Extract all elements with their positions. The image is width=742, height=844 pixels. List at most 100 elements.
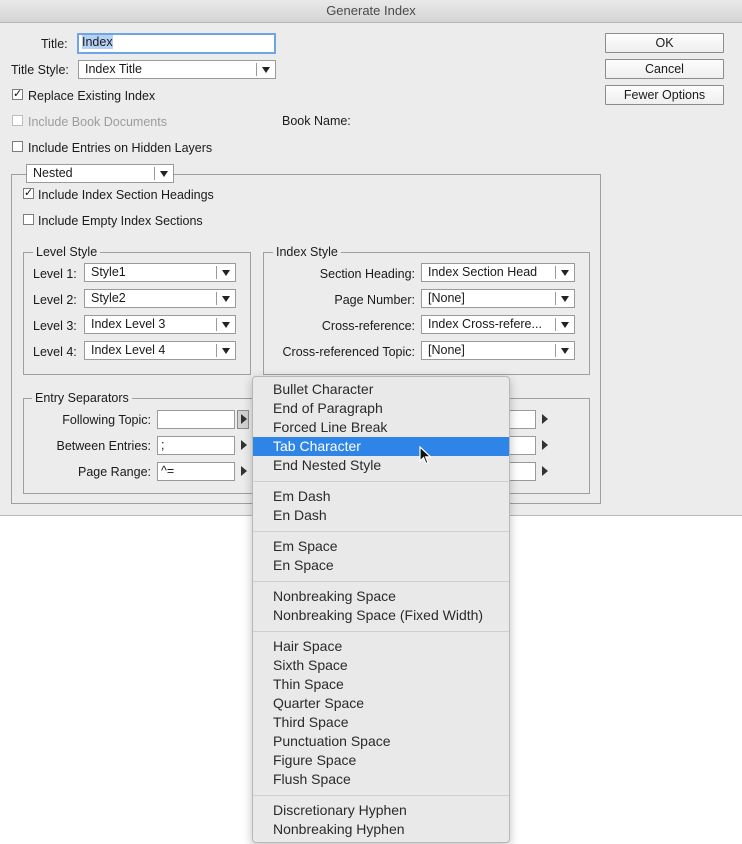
chevron-down-icon [561, 296, 569, 302]
menu-item-figure-space[interactable]: Figure Space [253, 751, 509, 770]
chevron-down-icon [262, 67, 270, 73]
format-dropdown[interactable]: Nested [26, 164, 174, 183]
book-name-label: Book Name: [282, 114, 351, 128]
menu-item-end-nested-style[interactable]: End Nested Style [253, 456, 509, 475]
cross-referenced-topic-dropdown[interactable]: [None] [421, 341, 575, 360]
chevron-down-icon [160, 171, 168, 177]
section-heading-value: Index Section Head [428, 265, 538, 279]
menu-item-bullet-character[interactable]: Bullet Character [253, 380, 509, 399]
menu-item-sixth-space[interactable]: Sixth Space [253, 656, 509, 675]
section-heading-label: Section Heading: [319, 267, 415, 281]
hidden-layers-label: Include Entries on Hidden Layers [28, 141, 213, 155]
include-book-docs-label: Include Book Documents [28, 115, 167, 129]
triangle-right-icon[interactable] [542, 440, 548, 450]
cross-referenced-topic-label: Cross-referenced Topic: [282, 345, 415, 359]
entry-separators-title: Entry Separators [32, 391, 132, 405]
page-range-input[interactable]: ^= [157, 462, 235, 481]
triangle-right-icon [241, 414, 247, 424]
page-range-menu-icon[interactable] [241, 466, 247, 476]
level-4-dropdown[interactable]: Index Level 4 [84, 341, 236, 360]
level-4-value: Index Level 4 [91, 343, 166, 357]
menu-item-flush-space[interactable]: Flush Space [253, 770, 509, 789]
chevron-down-icon [222, 348, 230, 354]
menu-item-third-space[interactable]: Third Space [253, 713, 509, 732]
between-entries-input[interactable]: ; [157, 436, 235, 455]
level-1-dropdown[interactable]: Style1 [84, 263, 236, 282]
menu-item-end-of-paragraph[interactable]: End of Paragraph [253, 399, 509, 418]
chevron-down-icon [222, 270, 230, 276]
menu-separator [253, 531, 509, 532]
menu-item-hair-space[interactable]: Hair Space [253, 637, 509, 656]
chevron-down-icon [222, 296, 230, 302]
chevron-down-icon [561, 270, 569, 276]
level-4-label: Level 4: [33, 345, 77, 359]
cancel-button[interactable]: Cancel [605, 59, 724, 79]
menu-item-punctuation-space[interactable]: Punctuation Space [253, 732, 509, 751]
menu-separator [253, 795, 509, 796]
chevron-down-icon [222, 322, 230, 328]
menu-item-tab-character[interactable]: Tab Character [253, 437, 509, 456]
chevron-down-icon [561, 322, 569, 328]
cross-reference-value: Index Cross-refere... [428, 317, 542, 331]
title-style-label: Title Style: [11, 63, 69, 77]
menu-item-thin-space[interactable]: Thin Space [253, 675, 509, 694]
replace-existing-label: Replace Existing Index [28, 89, 156, 103]
chevron-down-icon [561, 348, 569, 354]
title-input[interactable]: Index [77, 33, 276, 54]
page-number-dropdown[interactable]: [None] [421, 289, 575, 308]
title-input-value: Index [82, 35, 113, 49]
level-3-label: Level 3: [33, 319, 77, 333]
format-value: Nested [33, 166, 73, 180]
page-number-value: [None] [428, 291, 465, 305]
title-style-value: Index Title [85, 62, 142, 76]
level-3-value: Index Level 3 [91, 317, 166, 331]
level-style-title: Level Style [33, 245, 101, 259]
triangle-right-icon[interactable] [542, 414, 548, 424]
level-1-value: Style1 [91, 265, 126, 279]
hidden-layers-checkbox[interactable] [12, 141, 23, 152]
level-2-label: Level 2: [33, 293, 77, 307]
ok-button[interactable]: OK [605, 33, 724, 53]
title-label: Title: [41, 37, 68, 51]
cross-reference-dropdown[interactable]: Index Cross-refere... [421, 315, 575, 334]
empty-sections-checkbox[interactable] [23, 214, 34, 225]
menu-item-en-space[interactable]: En Space [253, 556, 509, 575]
following-topic-label: Following Topic: [62, 413, 151, 427]
menu-item-en-dash[interactable]: En Dash [253, 506, 509, 525]
mouse-pointer-icon [419, 446, 433, 465]
index-style-title: Index Style [273, 245, 341, 259]
empty-sections-label: Include Empty Index Sections [38, 214, 203, 228]
section-heading-dropdown[interactable]: Index Section Head [421, 263, 575, 282]
menu-item-nonbreaking-hyphen[interactable]: Nonbreaking Hyphen [253, 820, 509, 839]
level-1-label: Level 1: [33, 267, 77, 281]
cross-referenced-topic-value: [None] [428, 343, 465, 357]
menu-item-discretionary-hyphen[interactable]: Discretionary Hyphen [253, 801, 509, 820]
menu-separator [253, 631, 509, 632]
menu-item-quarter-space[interactable]: Quarter Space [253, 694, 509, 713]
include-book-docs-checkbox [12, 115, 23, 126]
section-headings-checkbox[interactable]: ✓ [23, 188, 34, 199]
window-title: Generate Index [0, 0, 742, 23]
menu-item-em-space[interactable]: Em Space [253, 537, 509, 556]
level-3-dropdown[interactable]: Index Level 3 [84, 315, 236, 334]
replace-existing-checkbox[interactable]: ✓ [12, 89, 23, 100]
page-number-label: Page Number: [334, 293, 415, 307]
menu-item-nonbreaking-space-fixed[interactable]: Nonbreaking Space (Fixed Width) [253, 606, 509, 625]
menu-item-forced-line-break[interactable]: Forced Line Break [253, 418, 509, 437]
level-2-value: Style2 [91, 291, 126, 305]
menu-separator [253, 481, 509, 482]
title-style-dropdown[interactable]: Index Title [78, 60, 276, 79]
between-entries-menu-icon[interactable] [241, 440, 247, 450]
section-headings-label: Include Index Section Headings [38, 188, 214, 202]
cross-reference-label: Cross-reference: [321, 319, 415, 333]
special-character-menu: Bullet Character End of Paragraph Forced… [252, 376, 510, 843]
following-topic-input[interactable] [157, 410, 235, 429]
menu-separator [253, 581, 509, 582]
menu-item-em-dash[interactable]: Em Dash [253, 487, 509, 506]
level-2-dropdown[interactable]: Style2 [84, 289, 236, 308]
page-range-label: Page Range: [78, 465, 151, 479]
triangle-right-icon[interactable] [542, 466, 548, 476]
fewer-options-button[interactable]: Fewer Options [605, 85, 724, 105]
menu-item-nonbreaking-space[interactable]: Nonbreaking Space [253, 587, 509, 606]
between-entries-label: Between Entries: [56, 439, 152, 453]
